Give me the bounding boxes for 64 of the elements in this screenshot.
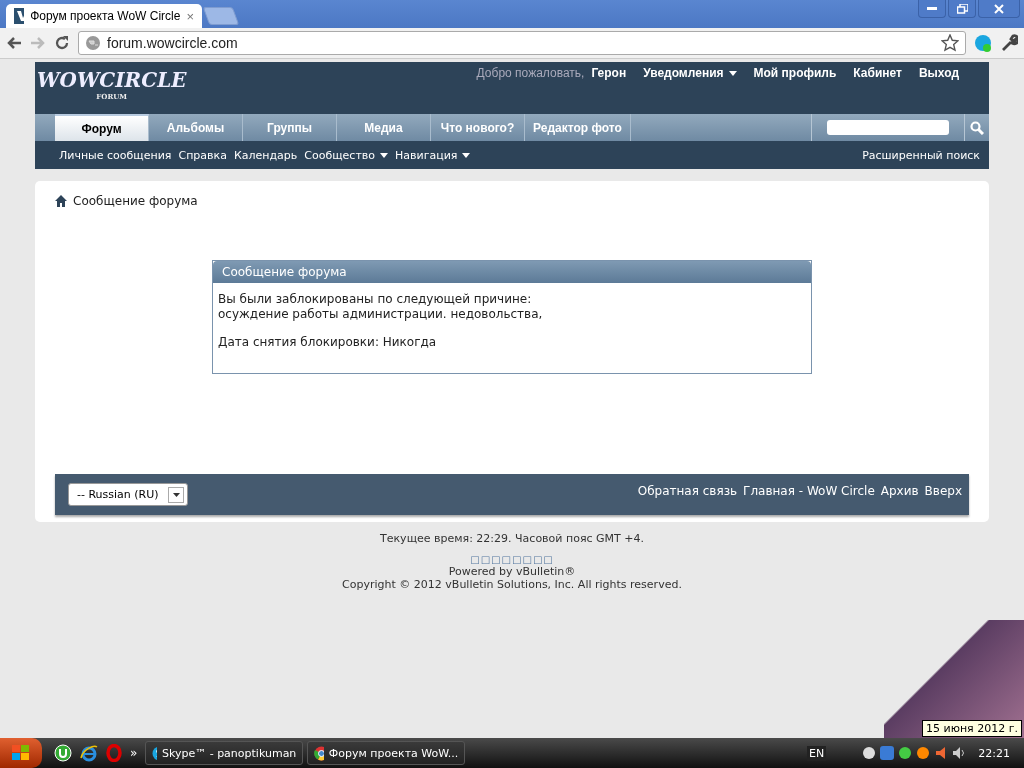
taskbar-button[interactable]: Skype™ - panoptikuman: [145, 741, 304, 765]
nav-tab[interactable]: Форум: [55, 114, 149, 141]
internet-explorer-icon[interactable]: [80, 744, 98, 762]
advanced-search-link[interactable]: Расширенный поиск: [862, 148, 980, 162]
copyright-text: Copyright © 2012 vBulletin Solutions, Inc. All rights reserved.: [342, 578, 682, 591]
close-button[interactable]: [978, 0, 1020, 18]
caret-icon: [172, 492, 180, 497]
more-button[interactable]: »: [130, 746, 138, 760]
nav-link[interactable]: Справка: [178, 148, 227, 162]
tray-icon[interactable]: [898, 746, 913, 760]
caret-icon: [462, 152, 471, 158]
date-tooltip: 15 июня 2012 г.: [922, 720, 1022, 737]
breadcrumb-text: Сообщение форума: [73, 194, 198, 208]
windows-logo-icon: [12, 745, 30, 761]
globe-icon: [85, 35, 101, 51]
minimize-button[interactable]: [918, 0, 946, 18]
powered-by-text: Powered by vBulletin®: [448, 565, 576, 578]
tab-close-button[interactable]: ×: [186, 8, 194, 24]
nav-link[interactable]: Навигация: [395, 148, 471, 162]
star-icon[interactable]: [941, 34, 959, 52]
volume-icon[interactable]: [952, 746, 967, 760]
minimize-icon: [927, 7, 937, 10]
home-icon[interactable]: [55, 195, 67, 207]
restore-button[interactable]: [948, 0, 976, 18]
torrent-icon[interactable]: [54, 744, 72, 762]
opera-icon[interactable]: [106, 744, 122, 762]
caret-icon: [380, 152, 388, 158]
message-text: Вы были заблокированы по следующей причине:: [218, 292, 533, 307]
reload-icon[interactable]: [54, 35, 70, 51]
tab-title: Форум проекта WoW Circle: [30, 9, 181, 23]
footer-link[interactable]: Вверх: [924, 483, 962, 498]
header-link[interactable]: Уведомления: [643, 66, 737, 80]
address-bar[interactable]: forum.wowcircle.com: [78, 31, 966, 55]
unban-date-text: Дата снятия блокировки: Никогда: [218, 335, 438, 350]
taskbar-button[interactable]: Форум проекта WoW...: [307, 741, 466, 765]
footer-link[interactable]: Главная - WoW Circle: [743, 483, 875, 498]
browser-icon: [314, 745, 324, 761]
welcome-text: Добро пожаловать,: [476, 66, 585, 80]
wrench-icon[interactable]: [1000, 34, 1018, 52]
search-icon[interactable]: [970, 120, 984, 135]
back-icon[interactable]: [6, 36, 22, 50]
close-icon: [994, 3, 1004, 14]
header-link[interactable]: Кабинет: [853, 66, 902, 80]
language-select[interactable]: -- Russian (RU): [68, 483, 188, 506]
username-link[interactable]: Герон: [591, 66, 627, 80]
clock-text: 22:21: [978, 746, 1010, 760]
header-link[interactable]: Выход: [918, 66, 959, 80]
nav-link[interactable]: Личные сообщения: [59, 148, 172, 162]
browser-tab[interactable]: Форум проекта WoW Circle ×: [6, 4, 202, 28]
start-button[interactable]: [0, 738, 42, 768]
tray-icon[interactable]: [862, 746, 877, 760]
current-time-text: Текущее время: 22:29. Часовой пояс GMT +4.: [380, 532, 644, 545]
caret-icon: [728, 70, 737, 76]
tray-icon[interactable]: [916, 746, 931, 760]
square-glyphs: □□□□□□□□: [470, 554, 554, 565]
nav-link[interactable]: Сообщество: [304, 148, 388, 162]
site-logo-icon: [14, 8, 25, 24]
header-link[interactable]: Мой профиль: [753, 66, 837, 80]
nav-link[interactable]: Календарь: [233, 148, 298, 162]
footer-link[interactable]: Архив: [880, 483, 919, 498]
restore-icon: [956, 3, 968, 14]
message-text: осуждение работы администрации. недовольства,: [218, 307, 544, 322]
message-title: Сообщение форума: [213, 261, 811, 283]
footer-link[interactable]: Обратная связь: [637, 483, 738, 498]
